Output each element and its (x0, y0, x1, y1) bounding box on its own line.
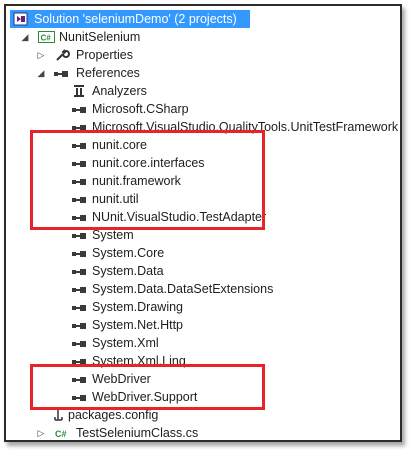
reference-item[interactable]: System.Core (6, 244, 306, 262)
test-class-label: TestSeleniumClass.cs (76, 426, 199, 440)
reference-icon (72, 318, 88, 332)
solution-node[interactable]: Solution 'seleniumDemo' (2 projects) (10, 10, 250, 28)
project-label: NunitSelenium (59, 30, 141, 44)
properties-label: Properties (76, 48, 133, 62)
reference-icon (72, 246, 88, 260)
properties-node[interactable]: ▷ Properties (6, 46, 206, 64)
highlight-box-webdriver-references (30, 364, 265, 410)
reference-item[interactable]: System.Drawing (6, 298, 306, 316)
reference-item[interactable]: Microsoft.CSharp (6, 100, 306, 118)
reference-icon (72, 282, 88, 296)
references-icon (54, 66, 70, 80)
collapsed-arrow-icon[interactable]: ▷ (36, 424, 46, 442)
solution-icon (13, 12, 29, 26)
project-node[interactable]: ◢ C# NunitSelenium (6, 28, 206, 46)
config-file-icon (52, 408, 68, 422)
references-node[interactable]: ◢ References (6, 64, 206, 82)
reference-item[interactable]: System.Data.DataSetExtensions (6, 280, 306, 298)
expanded-arrow-icon[interactable]: ◢ (20, 28, 30, 46)
reference-item-analyzers[interactable]: Analyzers (6, 82, 226, 100)
reference-icon (72, 336, 88, 350)
svg-text:C#: C# (41, 34, 52, 43)
svg-text:C#: C# (55, 429, 67, 439)
reference-icon (72, 264, 88, 278)
csharp-file-icon: C# (54, 426, 70, 440)
reference-icon (72, 102, 88, 116)
analyzers-icon (72, 84, 88, 98)
expanded-arrow-icon[interactable]: ◢ (36, 64, 46, 82)
csharp-project-icon: C# (38, 30, 55, 44)
reference-item[interactable]: System.Net.Http (6, 316, 306, 334)
reference-item[interactable]: System.Data (6, 262, 306, 280)
collapsed-arrow-icon[interactable]: ▷ (36, 46, 46, 64)
test-class-node[interactable]: ▷ C# TestSeleniumClass.cs (6, 424, 226, 442)
solution-label: Solution 'seleniumDemo' (2 projects) (34, 12, 237, 26)
reference-item[interactable]: System.Xml (6, 334, 306, 352)
wrench-icon (54, 48, 70, 62)
highlight-box-nunit-references (30, 130, 265, 230)
reference-icon (72, 300, 88, 314)
reference-icon (72, 228, 88, 242)
references-label: References (76, 66, 140, 80)
